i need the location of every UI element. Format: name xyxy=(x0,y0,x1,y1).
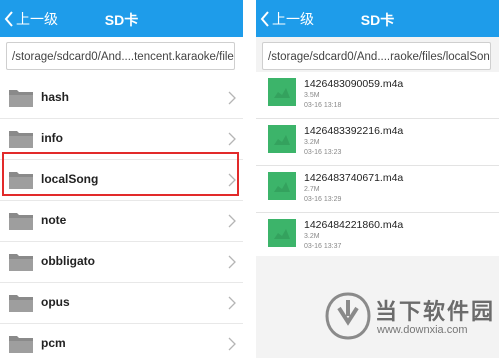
file-name: 1426483740671.m4a xyxy=(304,172,404,184)
watermark-name: 当下软件园 xyxy=(375,299,496,324)
folder-label: info xyxy=(41,131,63,145)
folder-item-localsong[interactable]: localSong xyxy=(0,160,243,201)
file-size: 3.2M xyxy=(304,233,320,240)
chevron-right-icon xyxy=(228,255,236,269)
folder-icon xyxy=(9,295,33,312)
chevron-right-icon xyxy=(228,214,236,228)
folder-label: opus xyxy=(41,295,70,309)
folder-icon xyxy=(9,336,33,353)
folder-icon xyxy=(9,213,33,230)
chevron-right-icon xyxy=(228,173,236,187)
audio-file-icon xyxy=(268,219,296,247)
file-name: 1426483090059.m4a xyxy=(304,78,404,90)
folder-icon xyxy=(9,90,33,107)
folder-icon xyxy=(9,131,33,148)
folder-icon xyxy=(9,172,33,189)
file-date: 03-16 13:29 xyxy=(304,196,342,203)
folder-label: hash xyxy=(41,90,70,104)
folder-label: obbligato xyxy=(41,254,95,268)
chevron-right-icon xyxy=(228,91,236,105)
left-screen: 上一级 SD卡 /storage/sdcard0/And....tencent.… xyxy=(0,0,243,358)
page-title: SD卡 xyxy=(104,12,139,28)
audio-file-icon xyxy=(268,78,296,106)
chevron-right-icon xyxy=(228,132,236,146)
file-size: 3.2M xyxy=(304,139,320,146)
path-field[interactable]: /storage/sdcard0/And....tencent.karaoke/… xyxy=(6,42,235,70)
folder-label: localSong xyxy=(41,172,99,186)
folder-item-obbligato[interactable]: obbligato xyxy=(0,242,243,283)
audio-file-icon xyxy=(268,125,296,153)
watermark: 当下软件园 www.downxia.com xyxy=(325,292,499,352)
file-date: 03-16 13:23 xyxy=(304,149,342,156)
chevron-right-icon xyxy=(228,337,236,351)
file-list: 1426483090059.m4a 3.5M 03-16 13:18 14264… xyxy=(256,72,499,260)
file-name: 1426484221860.m4a xyxy=(304,219,404,231)
path-field[interactable]: /storage/sdcard0/And....raoke/files/loca… xyxy=(262,42,491,70)
file-item[interactable]: 1426483740671.m4a 2.7M 03-16 13:29 xyxy=(256,166,499,213)
file-item[interactable]: 1426484221860.m4a 3.2M 03-16 13:37 xyxy=(256,213,499,260)
folder-list: hash info localSong note obbligato opus xyxy=(0,78,243,358)
top-bar: 上一级 SD卡 xyxy=(0,0,243,37)
folder-item-info[interactable]: info xyxy=(0,119,243,160)
folder-item-hash[interactable]: hash xyxy=(0,78,243,119)
folder-item-note[interactable]: note xyxy=(0,201,243,242)
downxia-logo-icon xyxy=(325,292,371,340)
top-bar: 上一级 SD卡 xyxy=(256,0,499,37)
file-size: 3.5M xyxy=(304,92,320,99)
folder-label: note xyxy=(41,213,67,227)
file-size: 2.7M xyxy=(304,186,320,193)
folder-item-pcm[interactable]: pcm xyxy=(0,324,243,358)
audio-file-icon xyxy=(268,172,296,200)
file-name: 1426483392216.m4a xyxy=(304,125,404,137)
page-title: SD卡 xyxy=(360,12,395,28)
file-item[interactable]: 1426483392216.m4a 3.2M 03-16 13:23 xyxy=(256,119,499,166)
chevron-right-icon xyxy=(228,296,236,310)
folder-label: pcm xyxy=(41,336,66,350)
file-item[interactable]: 1426483090059.m4a 3.5M 03-16 13:18 xyxy=(256,72,499,119)
folder-item-opus[interactable]: opus xyxy=(0,283,243,324)
watermark-url: www.downxia.com xyxy=(377,324,468,336)
file-date: 03-16 13:37 xyxy=(304,243,342,250)
file-date: 03-16 13:18 xyxy=(304,102,342,109)
folder-icon xyxy=(9,254,33,271)
